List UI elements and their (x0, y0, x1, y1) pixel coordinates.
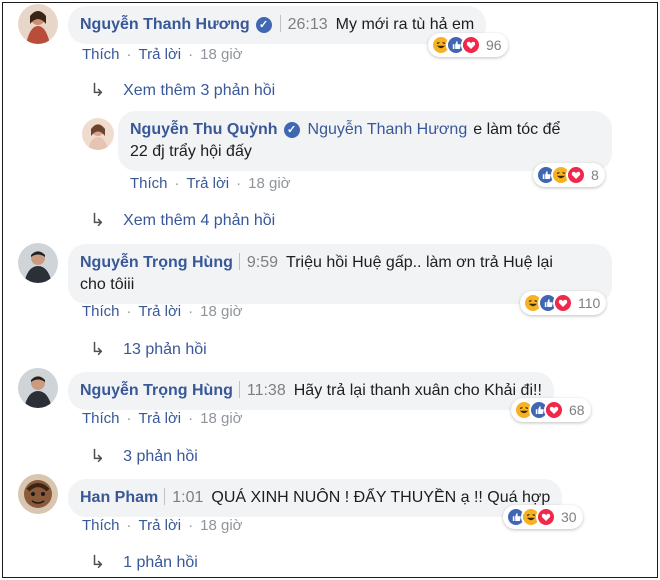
reaction-summary[interactable]: 110 (520, 291, 607, 315)
view-more-replies-label: Xem thêm 3 phản hồi (123, 81, 276, 99)
comment-author[interactable]: Nguyễn Trọng Hùng (80, 382, 233, 399)
comment-bubble: Han Pham 1:01 QUÁ XINH NUÔN ! ĐẨY THUYỀN ạ… (68, 479, 563, 517)
comment-bubble: Nguyễn Trọng Hùng 11:38 Hãy trả lại thanh … (68, 372, 554, 410)
reaction-count: 68 (569, 402, 585, 418)
like-link[interactable]: Thích (82, 46, 120, 63)
view-more-replies[interactable]: ↳ 13 phản hồi (90, 339, 207, 360)
mention-link[interactable]: Nguyễn Thanh Hương (308, 121, 468, 138)
divider (164, 488, 166, 505)
verified-badge-icon: ✓ (283, 122, 300, 138)
view-more-replies-label: 3 phản hồi (123, 447, 198, 465)
comment-text-line2: cho tôiii (80, 276, 135, 293)
love-reaction-icon (461, 35, 481, 55)
view-more-replies-label: 13 phản hồi (123, 340, 207, 358)
comment-text: My mới ra tù hả em (335, 16, 475, 33)
comment-author[interactable]: Nguyễn Trọng Hùng (80, 254, 233, 271)
comment-actions: Thích · Trả lời · 18 giờ (130, 175, 291, 192)
comment-actions: Thích · Trả lời · 18 giờ (82, 303, 243, 320)
like-link[interactable]: Thích (82, 517, 120, 534)
comment-timestamp[interactable]: 11:38 (247, 382, 286, 399)
divider (238, 253, 240, 270)
view-more-replies[interactable]: ↳ 1 phản hồi (90, 552, 198, 573)
comment-timestamp[interactable]: 9:59 (247, 254, 278, 271)
divider (279, 15, 281, 32)
reply-link[interactable]: Trả lời (187, 175, 230, 192)
comment-time[interactable]: 18 giờ (200, 517, 242, 534)
reaction-count: 110 (578, 295, 601, 311)
avatar[interactable] (18, 368, 58, 408)
love-reaction-icon (553, 293, 573, 313)
reaction-summary[interactable]: 96 (428, 33, 508, 57)
like-link[interactable]: Thích (130, 175, 168, 192)
verified-badge-icon: ✓ (255, 17, 272, 33)
reaction-summary[interactable]: 68 (511, 398, 591, 422)
avatar[interactable] (18, 4, 58, 44)
comment-author[interactable]: Nguyễn Thanh Hương (80, 16, 250, 33)
reaction-count: 30 (561, 509, 577, 525)
reply-link[interactable]: Trả lời (139, 410, 182, 427)
view-more-replies-label: 1 phản hồi (123, 553, 198, 571)
love-reaction-icon (536, 507, 556, 527)
reply-arrow-icon: ↳ (90, 80, 106, 100)
reply-link[interactable]: Trả lời (139, 303, 182, 320)
reply-arrow-icon: ↳ (90, 339, 106, 359)
reply-link[interactable]: Trả lời (139, 46, 182, 63)
avatar[interactable] (82, 118, 114, 150)
comment-text: Hãy trả lại thanh xuân cho Khải đi!! (293, 382, 542, 399)
reaction-count: 8 (591, 167, 599, 183)
love-reaction-icon (544, 400, 564, 420)
view-more-replies[interactable]: ↳ Xem thêm 4 phản hồi (90, 210, 275, 231)
comment-time[interactable]: 18 giờ (248, 175, 290, 192)
avatar[interactable] (18, 243, 58, 283)
comment-timestamp[interactable]: 1:01 (172, 489, 203, 506)
comment-text: QUÁ XINH NUÔN ! ĐẨY THUYỀN ạ !! Quá hợp (211, 489, 551, 506)
comment-actions: Thích · Trả lời · 18 giờ (82, 46, 243, 63)
reply-arrow-icon: ↳ (90, 552, 106, 572)
reaction-summary[interactable]: 8 (533, 163, 605, 187)
comment-author[interactable]: Han Pham (80, 489, 158, 506)
divider (238, 381, 240, 398)
reaction-count: 96 (486, 37, 502, 53)
reply-link[interactable]: Trả lời (139, 517, 182, 534)
reply-arrow-icon: ↳ (90, 446, 106, 466)
comment-time[interactable]: 18 giờ (200, 410, 242, 427)
comment-time[interactable]: 18 giờ (200, 46, 242, 63)
view-more-replies[interactable]: ↳ 3 phản hồi (90, 446, 198, 467)
comment-bubble: Nguyễn Thanh Hương ✓ 26:13 My mới ra tù hả … (68, 6, 487, 44)
comment-text: e làm tóc để (473, 121, 561, 138)
view-more-replies-label: Xem thêm 4 phản hồi (123, 211, 276, 229)
comment-actions: Thích · Trả lời · 18 giờ (82, 517, 243, 534)
comment-text: Triệu hồi Huệ gấp.. làm ơn trả Huệ lại (286, 254, 553, 271)
like-link[interactable]: Thích (82, 410, 120, 427)
comment-bubble: Nguyễn Thu Quỳnh ✓ Nguyễn Thanh Hương e làm… (118, 111, 612, 171)
comment-actions: Thích · Trả lời · 18 giờ (82, 410, 243, 427)
comment-time[interactable]: 18 giờ (200, 303, 242, 320)
love-reaction-icon (566, 165, 586, 185)
view-more-replies[interactable]: ↳ Xem thêm 3 phản hồi (90, 80, 275, 101)
comment-text-line2: 22 đj trẩy hội đấy (130, 143, 252, 160)
reaction-summary[interactable]: 30 (503, 505, 583, 529)
comment-timestamp[interactable]: 26:13 (288, 16, 328, 33)
reply-arrow-icon: ↳ (90, 210, 106, 230)
avatar[interactable] (18, 474, 58, 514)
like-link[interactable]: Thích (82, 303, 120, 320)
comment-author[interactable]: Nguyễn Thu Quỳnh (130, 121, 278, 138)
